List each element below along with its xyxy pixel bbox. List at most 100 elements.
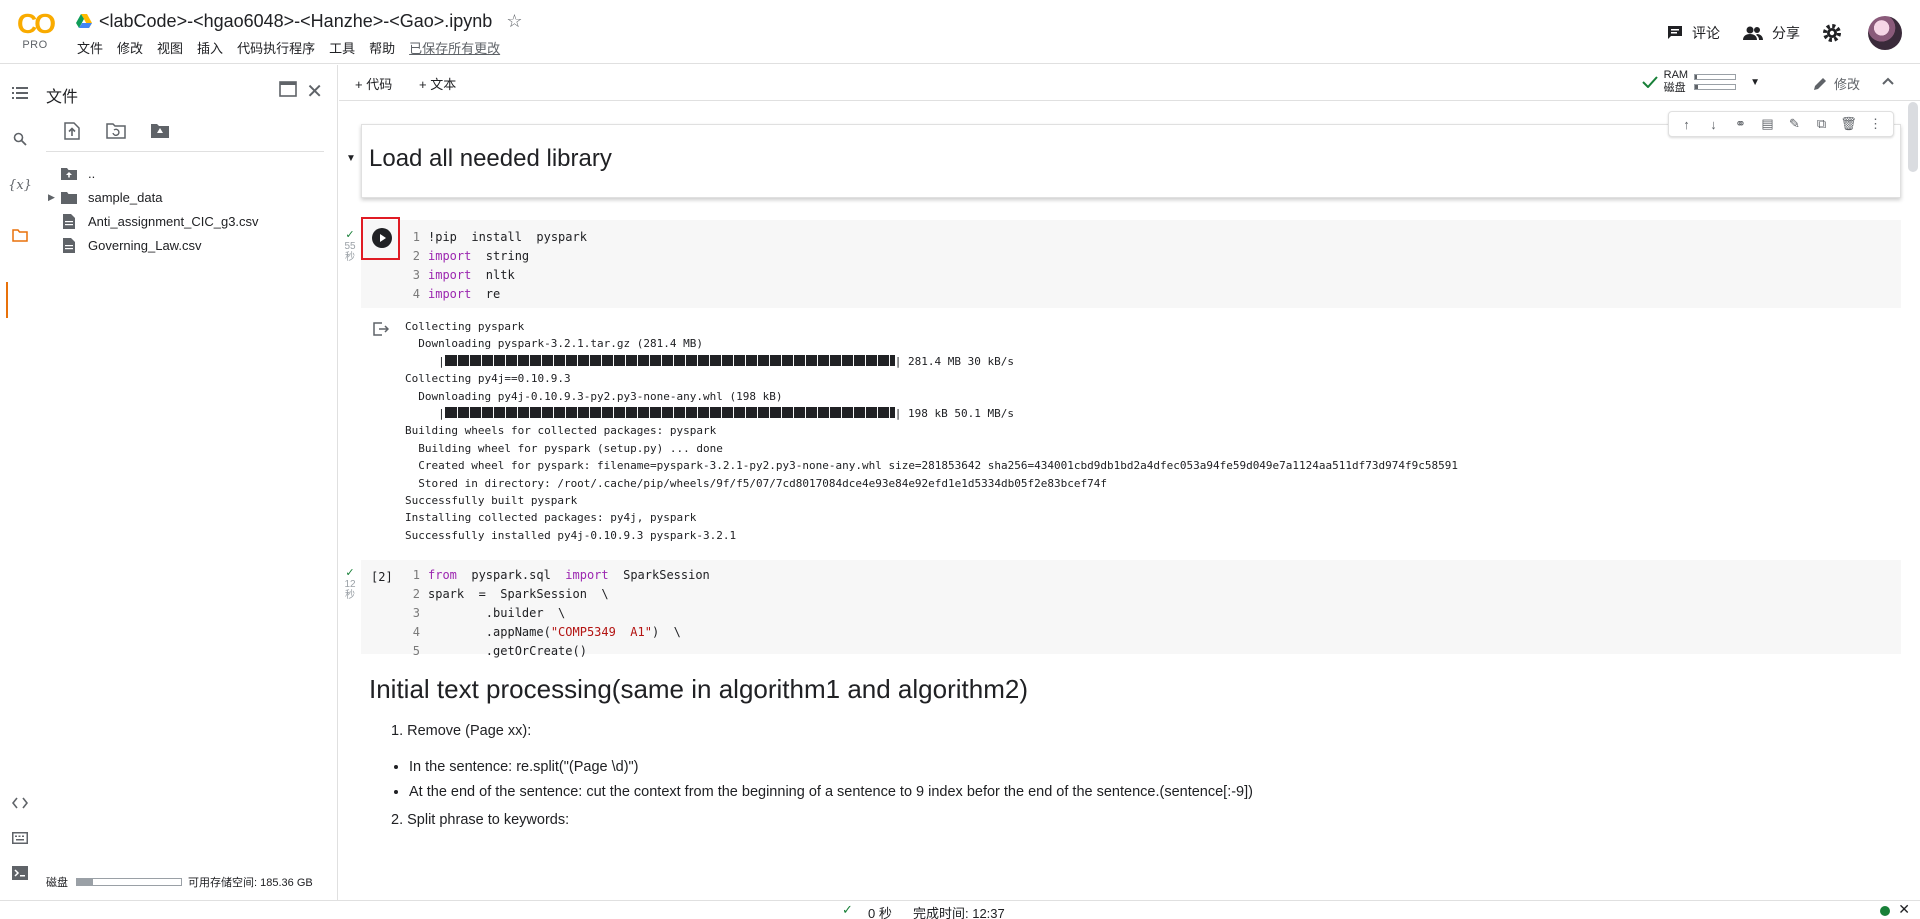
- progress-bar: [444, 354, 895, 366]
- exec-time: 55 秒: [344, 241, 356, 263]
- success-check-icon: ✓: [345, 567, 355, 579]
- divider: [46, 151, 324, 152]
- add-code-button[interactable]: + 代码: [355, 74, 392, 93]
- file-tree-item-anti-assignment[interactable]: Anti_assignment_CIC_g3.csv: [48, 209, 259, 233]
- notebook-toolbar: + 代码 + 文本 RAM 磁盘 ▼ 修改: [339, 65, 1920, 101]
- ram-bar: [1694, 74, 1737, 80]
- comment-label: 评论: [1692, 25, 1720, 41]
- run-cell-button[interactable]: [372, 228, 392, 248]
- header-actions: 评论 分享: [1644, 16, 1902, 50]
- upload-file-icon[interactable]: [60, 119, 84, 143]
- toc-icon[interactable]: [10, 83, 30, 103]
- avatar[interactable]: [1868, 16, 1902, 50]
- file-tree: .. ▶ sample_data Anti_assignment_CIC_g3.…: [48, 161, 259, 257]
- settings-button[interactable]: [1822, 23, 1850, 43]
- comment-icon: [1668, 26, 1682, 39]
- command-palette-icon[interactable]: [10, 828, 30, 848]
- variables-icon[interactable]: {x}: [8, 175, 32, 195]
- more-vert-icon[interactable]: ⋮: [1862, 116, 1889, 132]
- add-text-button[interactable]: + 文本: [419, 74, 456, 93]
- people-icon: [1743, 26, 1763, 40]
- numbered-item: 2. Split phrase to keywords:: [391, 812, 570, 828]
- execution-count[interactable]: [2]: [371, 570, 393, 584]
- link-icon[interactable]: ⚭: [1727, 116, 1754, 132]
- menu-edit[interactable]: 修改: [110, 40, 150, 58]
- saved-status-link[interactable]: 已保存所有更改: [402, 40, 507, 58]
- folder-icon[interactable]: [10, 225, 30, 245]
- folder-up-icon: [60, 165, 78, 181]
- move-down-icon[interactable]: ↓: [1700, 117, 1727, 132]
- file-tree-label: Anti_assignment_CIC_g3.csv: [88, 213, 259, 229]
- code-editor[interactable]: 1 from pyspark.sql import SparkSession 2s…: [408, 566, 710, 661]
- list-item: In the sentence: re.split("(Page \d)"): [409, 759, 1253, 775]
- menu-runtime[interactable]: 代码执行程序: [230, 40, 322, 58]
- success-check-icon: ✓: [842, 902, 853, 917]
- disk-bar-fill: [1695, 85, 1699, 89]
- close-icon[interactable]: ✕: [306, 79, 323, 104]
- share-button[interactable]: 分享: [1742, 23, 1800, 43]
- code-cell[interactable]: ✓ 55 秒 1 !pip install pyspark 2 import str…: [344, 217, 1901, 308]
- menu-view[interactable]: 视图: [150, 40, 190, 58]
- code-snippets-icon[interactable]: [10, 793, 30, 813]
- refresh-folder-icon[interactable]: [104, 119, 128, 143]
- terminal-icon[interactable]: [10, 863, 30, 883]
- ram-bar-fill: [1695, 75, 1698, 79]
- title-row: <labCode>-<hgao6048>-<Hanzhe>-<Gao>.ipyn…: [76, 10, 522, 32]
- execution-time: 0 秒: [868, 906, 892, 919]
- menu-tools[interactable]: 工具: [322, 40, 362, 58]
- plan-label: PRO: [22, 39, 48, 51]
- star-icon[interactable]: ☆: [506, 11, 522, 32]
- edit-button[interactable]: 修改: [1812, 74, 1860, 93]
- resource-labels: RAM 磁盘: [1664, 69, 1688, 95]
- resource-monitor[interactable]: RAM 磁盘 ▼: [1641, 69, 1760, 95]
- output-text: Collecting pyspark Downloading pyspark-3…: [405, 320, 1458, 542]
- code-cell[interactable]: ✓ 12 秒 [2] 1 from pyspark.sql import Spar…: [344, 560, 1901, 658]
- menu-help[interactable]: 帮助: [362, 40, 402, 58]
- notebook-title[interactable]: <labCode>-<hgao6048>-<Hanzhe>-<Gao>.ipyn…: [99, 11, 492, 32]
- collapse-section-icon[interactable]: ▼: [346, 153, 356, 164]
- mount-drive-icon[interactable]: [148, 119, 172, 143]
- mirror-cell-icon[interactable]: ⧉: [1808, 116, 1835, 132]
- scrollbar[interactable]: [1908, 102, 1918, 172]
- chevron-down-icon[interactable]: ▼: [1750, 77, 1760, 88]
- menu-insert[interactable]: 插入: [190, 40, 230, 58]
- file-tree-label: sample_data: [88, 189, 163, 205]
- edit-label: 修改: [1833, 77, 1860, 92]
- connection-status-dot: [1880, 906, 1890, 916]
- file-actions: [60, 119, 192, 143]
- comment-button[interactable]: 评论: [1666, 23, 1720, 43]
- colab-logo[interactable]: CO PRO: [14, 10, 56, 52]
- search-icon[interactable]: [10, 129, 30, 149]
- file-tree-item-sample-data[interactable]: ▶ sample_data: [48, 185, 259, 209]
- menu-bar: 文件 修改 视图 插入 代码执行程序 工具 帮助 已保存所有更改: [70, 40, 507, 58]
- disk-label: 磁盘: [1663, 82, 1686, 94]
- pencil-icon[interactable]: ✎: [1781, 116, 1808, 132]
- close-icon[interactable]: ✕: [1898, 901, 1910, 918]
- exec-time: 12 秒: [344, 579, 356, 601]
- google-drive-icon[interactable]: [76, 14, 92, 28]
- storage-indicator: 磁盘 可用存储空间: 185.36 GB: [46, 874, 313, 890]
- move-up-icon[interactable]: ↑: [1673, 117, 1700, 132]
- text-cell[interactable]: Initial text processing(same in algorith…: [369, 674, 1253, 828]
- list-item: At the end of the sentence: cut the cont…: [409, 784, 1253, 800]
- storage-bar: [76, 878, 182, 886]
- folder-icon: [60, 189, 78, 205]
- file-tree-item-governing-law[interactable]: Governing_Law.csv: [48, 233, 259, 257]
- open-in-window-icon[interactable]: [279, 81, 297, 97]
- ram-label: RAM: [1663, 69, 1689, 81]
- delete-icon[interactable]: 🗑: [1835, 116, 1862, 132]
- success-check-icon: ✓: [345, 229, 355, 241]
- code-editor[interactable]: 1 !pip install pyspark 2 import string 3 im…: [408, 228, 587, 304]
- bullet-list: In the sentence: re.split("(Page \d)") A…: [409, 759, 1253, 800]
- expand-caret-icon[interactable]: ▶: [48, 192, 60, 203]
- file-tree-item-parent[interactable]: ..: [48, 161, 259, 185]
- comment-icon[interactable]: ▤: [1754, 116, 1781, 132]
- active-indicator: [6, 282, 8, 318]
- progress-bar: [444, 407, 895, 419]
- chevron-up-icon[interactable]: [1880, 73, 1896, 89]
- menu-file[interactable]: 文件: [70, 40, 110, 58]
- disk-bar: [1694, 84, 1737, 90]
- text-cell-heading[interactable]: ▼ Load all needed library ↑ ↓ ⚭ ▤ ✎ ⧉ 🗑 …: [346, 111, 1901, 198]
- output-actions-icon[interactable]: [373, 322, 389, 336]
- storage-free-label: 可用存储空间: 185.36 GB: [188, 877, 313, 889]
